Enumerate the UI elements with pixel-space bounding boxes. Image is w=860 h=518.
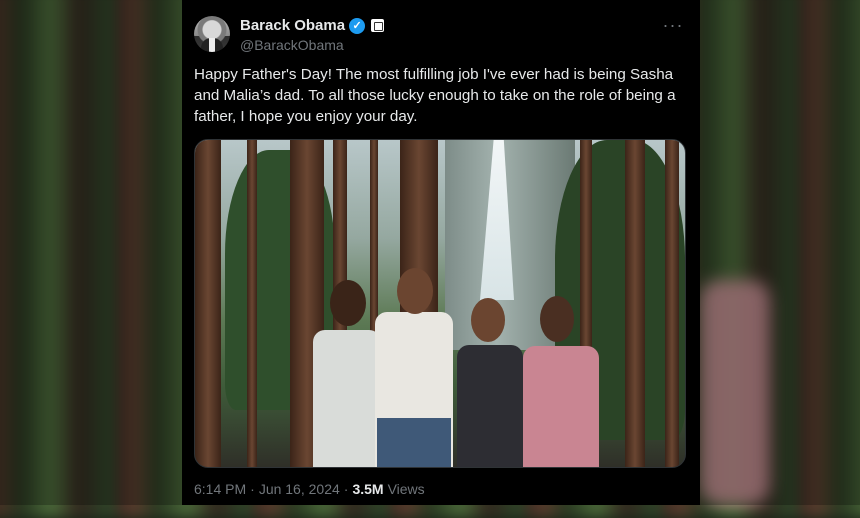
photo-tree [665, 140, 679, 467]
photo-person [457, 345, 523, 467]
tweet-time[interactable]: 6:14 PM [194, 481, 246, 497]
more-options-icon[interactable]: ··· [658, 16, 688, 38]
author-avatar[interactable] [194, 16, 230, 52]
author-name-row: Barack Obama ✓ [240, 17, 385, 34]
author-name[interactable]: Barack Obama [240, 17, 345, 34]
tweet-meta: 6:14 PM · Jun 16, 2024 · 3.5M Views [194, 481, 425, 497]
photo-person-jeans [377, 418, 451, 467]
meta-separator: · [343, 481, 349, 497]
photo-person [523, 346, 599, 467]
tweet-date[interactable]: Jun 16, 2024 [259, 481, 340, 497]
photo-tree [625, 140, 645, 467]
photo-person [313, 330, 381, 467]
photo-person-head [540, 296, 574, 342]
photo-person-head [471, 298, 505, 342]
avatar-shirt [209, 38, 215, 52]
tweet-header: Barack Obama ✓ @BarackObama ··· [194, 16, 688, 56]
tweet-card: Barack Obama ✓ @BarackObama ··· Happy Fa… [182, 0, 700, 505]
views-label: Views [387, 481, 425, 497]
tweet-text: Happy Father's Day! The most fulfilling … [194, 66, 676, 125]
photo-person-head [330, 280, 366, 326]
views-count[interactable]: 3.5M [352, 481, 383, 497]
government-affiliation-icon[interactable] [371, 19, 385, 32]
tweet-photo[interactable] [194, 139, 686, 468]
author-handle[interactable]: @BarackObama [240, 37, 344, 53]
meta-separator: · [250, 481, 255, 497]
photo-tree [247, 140, 257, 467]
photo-person-head [397, 268, 433, 314]
verified-badge-icon[interactable]: ✓ [349, 17, 366, 34]
photo-tree [195, 140, 221, 467]
